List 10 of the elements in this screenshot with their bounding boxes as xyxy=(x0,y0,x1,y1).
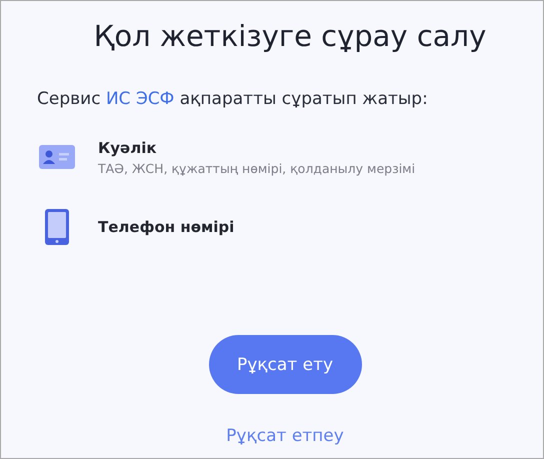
deny-link[interactable]: Рұқсат етпеу xyxy=(226,426,344,446)
item-details: ТАӘ, ЖСН, құжаттың нөмірі, қолданылу мерзімі xyxy=(98,160,416,176)
service-link[interactable]: ИС ЭСФ xyxy=(106,89,174,109)
allow-button[interactable]: Рұқсат ету xyxy=(208,335,362,394)
phone-icon xyxy=(44,209,68,245)
item-title: Телефон нөмірі xyxy=(98,218,234,236)
dialog-title: Қол жеткізуге сұрау салу xyxy=(92,19,488,53)
id-card-icon xyxy=(38,145,74,169)
request-text: Сервис ИС ЭСФ ақпаратты сұратып жатыр: xyxy=(37,89,429,109)
item-title: Куәлік xyxy=(98,138,158,156)
